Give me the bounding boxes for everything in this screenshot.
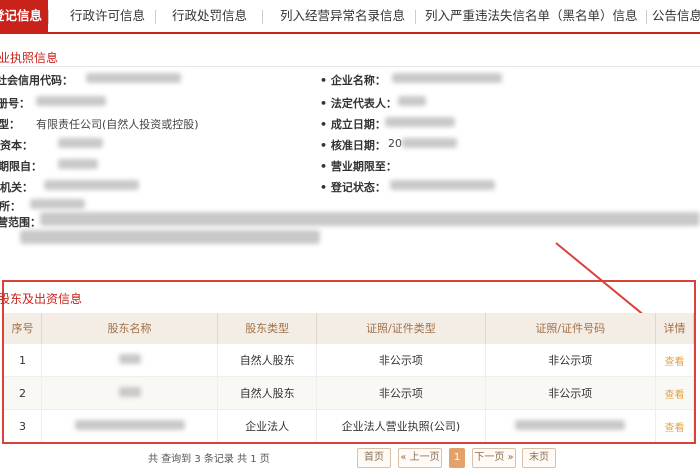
col-header-detail: 详情 bbox=[655, 313, 694, 344]
table-row: 3 企业法人 企业法人营业执照(公司) 查看 bbox=[4, 409, 694, 442]
cell-name bbox=[41, 376, 219, 410]
pager-current-page[interactable]: 1 bbox=[449, 448, 465, 468]
cell-cert-type: 非公示项 bbox=[316, 376, 486, 410]
view-detail-link[interactable]: 查看 bbox=[665, 357, 685, 368]
pager-last-button[interactable]: 末页 bbox=[522, 448, 556, 468]
pager-next-button[interactable]: 下一页 » bbox=[472, 448, 516, 468]
cell-name bbox=[41, 343, 219, 377]
shareholder-section-title: 股东及出资信息 bbox=[0, 292, 83, 306]
view-detail-link[interactable]: 查看 bbox=[665, 390, 685, 401]
cell-no: 2 bbox=[4, 376, 42, 410]
table-row: 1 自然人股东 非公示项 非公示项 查看 bbox=[4, 343, 694, 377]
col-header-name: 股东名称 bbox=[41, 313, 219, 344]
col-header-type: 股东类型 bbox=[217, 313, 318, 344]
cell-type: 企业法人 bbox=[217, 409, 318, 442]
cell-name bbox=[41, 409, 219, 442]
cell-cert-type: 企业法人营业执照(公司) bbox=[316, 409, 486, 442]
cell-cert-no: 非公示项 bbox=[485, 343, 657, 377]
pager-summary: 共 查询到 3 条记录 共 1 页 bbox=[148, 454, 270, 465]
cell-detail: 查看 bbox=[655, 343, 694, 377]
cell-type: 自然人股东 bbox=[217, 343, 318, 377]
table-row: 2 自然人股东 非公示项 非公示项 查看 bbox=[4, 376, 694, 410]
cell-detail: 查看 bbox=[655, 376, 694, 410]
col-header-no: 序号 bbox=[4, 313, 42, 344]
cell-no: 1 bbox=[4, 343, 42, 377]
cell-cert-no: 非公示项 bbox=[485, 376, 657, 410]
cell-cert-no bbox=[485, 409, 657, 442]
redacted-cert-no bbox=[515, 419, 626, 430]
col-header-cert-no: 证照/证件号码 bbox=[485, 313, 657, 344]
cell-type: 自然人股东 bbox=[217, 376, 318, 410]
view-detail-link[interactable]: 查看 bbox=[665, 423, 685, 434]
pager-first-button[interactable]: 首页 bbox=[357, 448, 391, 468]
col-header-cert-type: 证照/证件类型 bbox=[316, 313, 486, 344]
cell-no: 3 bbox=[4, 409, 42, 442]
pager-prev-button[interactable]: « 上一页 bbox=[398, 448, 442, 468]
redacted-name bbox=[74, 419, 185, 430]
redacted-name bbox=[118, 353, 141, 364]
table-header-row: 序号 股东名称 股东类型 证照/证件类型 证照/证件号码 详情 bbox=[4, 313, 694, 344]
cell-detail: 查看 bbox=[655, 409, 694, 442]
redacted-name bbox=[118, 386, 141, 397]
cell-cert-type: 非公示项 bbox=[316, 343, 486, 377]
shareholder-table: 序号 股东名称 股东类型 证照/证件类型 证照/证件号码 详情 1 自然人股东 … bbox=[4, 313, 694, 442]
